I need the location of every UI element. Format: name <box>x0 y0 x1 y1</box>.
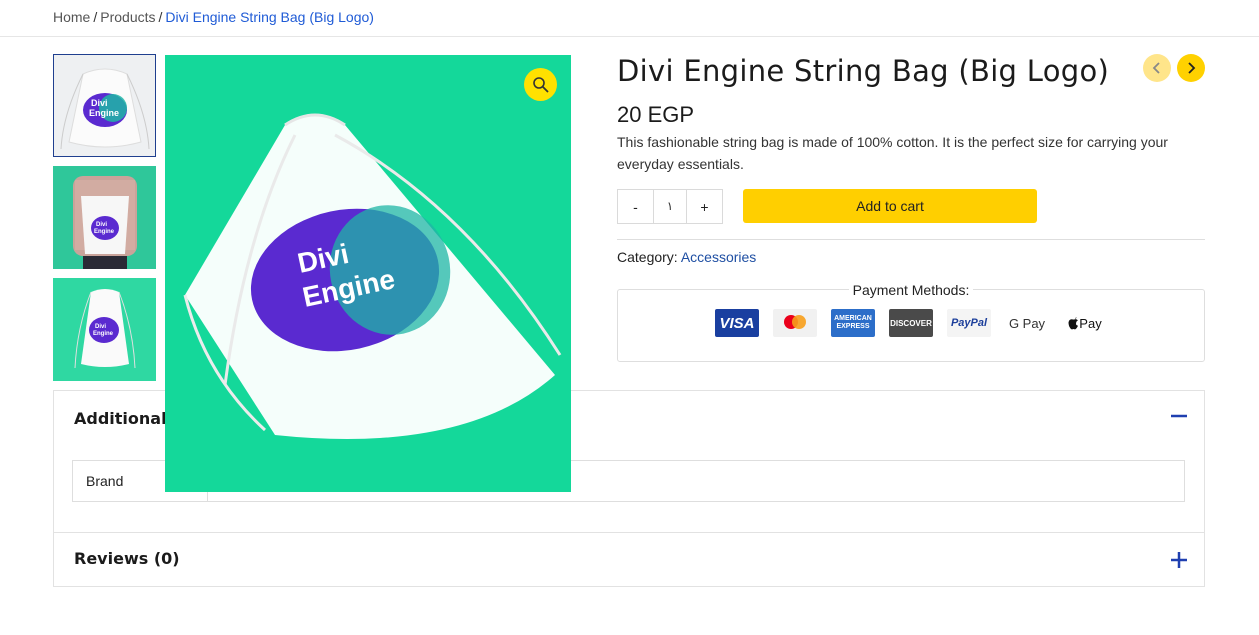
chevron-left-icon <box>1152 62 1160 74</box>
thumbnail-bag-worn[interactable]: Divi Engine <box>53 166 156 269</box>
svg-text:Divi: Divi <box>95 324 106 330</box>
svg-text:Divi: Divi <box>96 222 107 228</box>
thumbnail-bag-front[interactable]: Divi Engine <box>53 54 156 157</box>
breadcrumb-separator: / <box>93 9 98 25</box>
thumbnail-bag-standing[interactable]: Divi Engine <box>53 278 156 381</box>
svg-text:Engine: Engine <box>93 331 114 337</box>
magnifier-icon <box>532 76 549 93</box>
reviews-accordion: Reviews (0) <box>53 532 1205 587</box>
string-bag-image: Divi Engine <box>165 55 571 492</box>
collapse-toggle[interactable] <box>1170 407 1188 425</box>
payment-icons: VISA AMERICAN EXPRESS DISCOVER PayPal G … <box>715 309 1107 337</box>
summary-divider <box>617 239 1205 240</box>
category-label: Category: <box>617 249 678 265</box>
payment-methods-label: Payment Methods: <box>617 282 1205 298</box>
quantity-increase-button[interactable]: + <box>687 190 722 223</box>
zoom-button[interactable] <box>524 68 557 101</box>
expand-toggle[interactable] <box>1170 551 1188 569</box>
product-price: 20 EGP <box>617 102 695 127</box>
header-divider <box>0 36 1259 37</box>
category-link[interactable]: Accessories <box>681 249 756 265</box>
product-title: Divi Engine String Bag (Big Logo) <box>617 54 1110 88</box>
product-category: Category: Accessories <box>617 249 756 265</box>
mastercard-circles-icon <box>784 315 806 329</box>
quantity-decrease-button[interactable]: - <box>618 190 653 223</box>
reviews-title[interactable]: Reviews (0) <box>74 549 180 568</box>
quantity-input[interactable]: ١ <box>653 190 687 223</box>
amex-icon: AMERICAN EXPRESS <box>831 309 875 337</box>
breadcrumb: Home / Products / Divi Engine String Bag (Bi… <box>53 9 374 25</box>
breadcrumb-home-link[interactable]: Home <box>53 9 90 25</box>
chevron-right-icon <box>1188 62 1196 74</box>
mastercard-icon <box>773 309 817 337</box>
breadcrumb-separator: / <box>158 9 163 25</box>
breadcrumb-products-link[interactable]: Products <box>100 9 155 25</box>
bag-thumbnail-image: Divi Engine <box>53 54 156 157</box>
add-to-cart-button[interactable]: Add to cart <box>743 189 1037 223</box>
paypal-icon: PayPal <box>947 309 991 337</box>
apple-pay-text: Pay <box>1079 315 1102 331</box>
product-navigation <box>1143 54 1207 84</box>
thumbnail-gallery: Divi Engine Divi Engine Divi Engine <box>53 54 156 390</box>
minus-icon <box>1171 414 1187 418</box>
svg-text:Divi: Divi <box>91 98 108 108</box>
previous-product-button[interactable] <box>1143 54 1171 82</box>
plus-icon <box>1171 552 1187 568</box>
quantity-stepper: - ١ + <box>617 189 723 224</box>
apple-pay-icon: Pay <box>1063 309 1107 337</box>
product-description: This fashionable string bag is made of 1… <box>617 134 1168 172</box>
apple-icon <box>1068 316 1079 329</box>
bag-standing-thumbnail-image: Divi Engine <box>53 278 156 381</box>
main-product-image[interactable]: Divi Engine <box>165 55 571 492</box>
breadcrumb-current: Divi Engine String Bag (Big Logo) <box>165 9 374 25</box>
next-product-button[interactable] <box>1177 54 1205 82</box>
discover-icon: DISCOVER <box>889 309 933 337</box>
bag-worn-thumbnail-image: Divi Engine <box>53 166 156 269</box>
svg-text:Engine: Engine <box>89 108 119 118</box>
svg-text:Engine: Engine <box>94 229 115 235</box>
google-pay-icon: G Pay <box>1005 309 1049 337</box>
visa-icon: VISA <box>715 309 759 337</box>
payment-methods-label-text: Payment Methods: <box>848 282 974 298</box>
